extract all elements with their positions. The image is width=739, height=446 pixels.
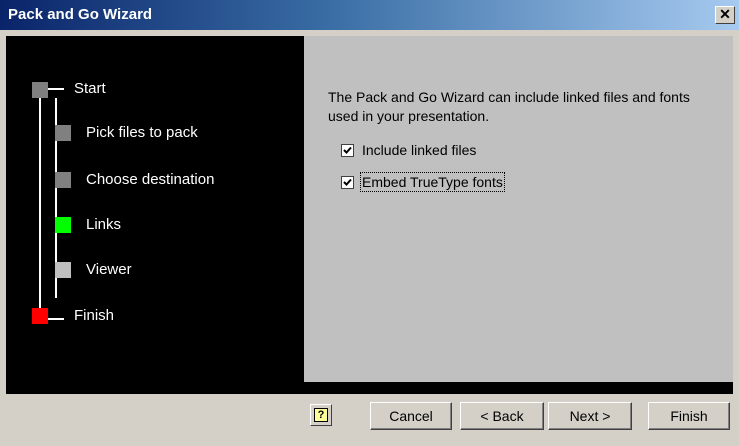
window-title: Pack and Go Wizard [8,6,153,23]
step-label-choose-destination: Choose destination [86,171,215,188]
pack-and-go-wizard-dialog: Pack and Go Wizard ✕ Start Pick files to… [0,0,739,446]
checkmark-icon [343,178,352,186]
step-track-finish-connector [46,318,64,320]
step-marker-viewer [55,262,71,278]
step-marker-pick-files [55,125,71,141]
finish-button[interactable]: Finish [648,402,730,430]
include-linked-files-checkbox[interactable] [341,144,354,157]
wizard-description: The Pack and Go Wizard can include linke… [328,89,690,124]
title-bar: Pack and Go Wizard ✕ [0,0,739,30]
panel-bottom-border [6,382,733,394]
embed-truetype-fonts-checkbox[interactable] [341,176,354,189]
next-button[interactable]: Next > [548,402,632,430]
close-icon: ✕ [719,6,731,22]
step-label-pick-files: Pick files to pack [86,124,198,141]
checkmark-icon [343,146,352,154]
step-label-finish: Finish [74,307,115,324]
cancel-button[interactable]: Cancel [370,402,452,430]
back-button[interactable]: < Back [460,402,544,430]
step-marker-start [32,82,48,98]
step-marker-finish [32,308,48,324]
step-label-links: Links [86,216,122,233]
include-linked-files-label: Include linked files [362,142,477,158]
help-button[interactable]: ? [310,404,332,426]
close-button[interactable]: ✕ [715,6,735,24]
step-label-start: Start [74,80,106,97]
step-marker-choose-destination [55,172,71,188]
step-track-start-hook [62,88,64,90]
step-marker-links [55,217,71,233]
help-icon: ? [314,408,328,422]
step-track-outer [39,90,41,316]
step-label-viewer: Viewer [86,261,132,278]
embed-truetype-fonts-label: Embed TrueType fonts [360,172,505,192]
